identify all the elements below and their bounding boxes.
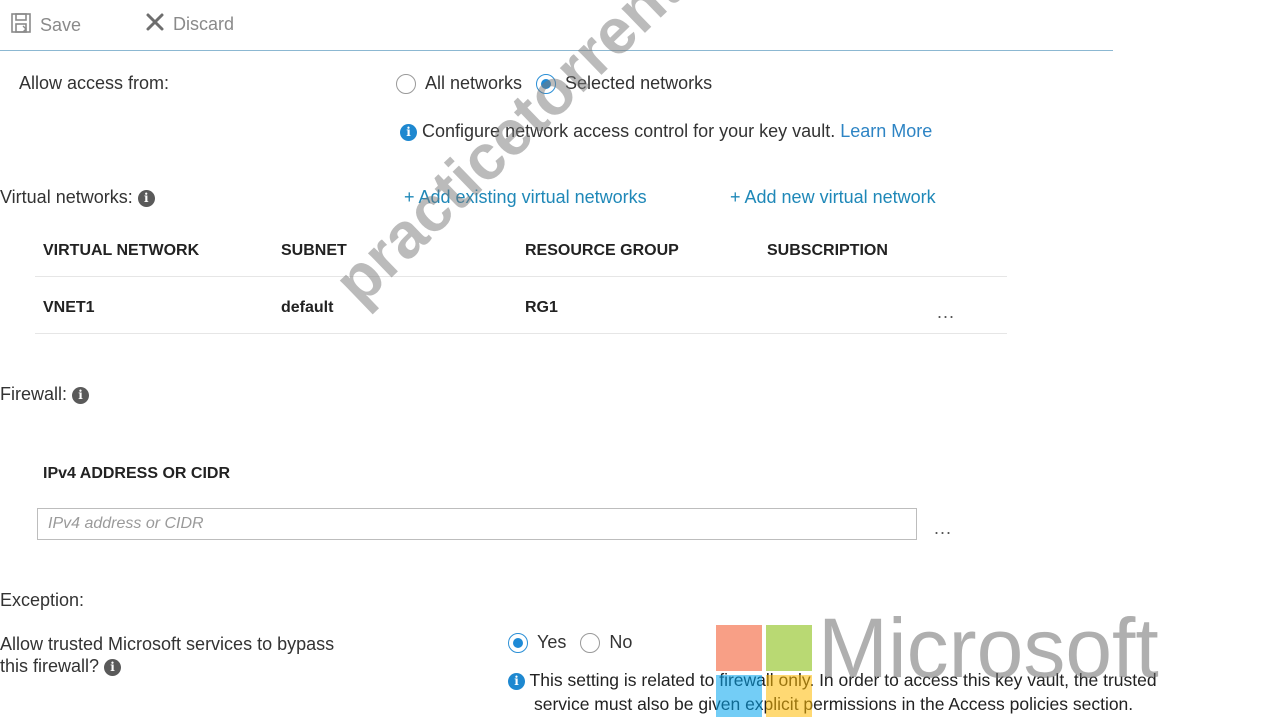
cell-resource-group: RG1 — [525, 299, 558, 316]
exception-heading: Exception: — [0, 590, 85, 610]
column-header-subnet: SUBNET — [281, 242, 347, 259]
column-header-virtual-network: VIRTUAL NETWORK — [43, 242, 200, 259]
column-header-resource-group: RESOURCE GROUP — [525, 242, 679, 259]
save-button[interactable]: Save — [10, 12, 81, 39]
add-existing-vnet-link[interactable]: + Add existing virtual networks — [404, 187, 647, 208]
exception-note-line1: This setting is related to firewall only… — [529, 670, 1157, 690]
table-row-divider — [35, 333, 1007, 334]
exception-question-line2: this firewall? — [0, 656, 100, 676]
logo-square-red — [716, 625, 762, 671]
firewall-more-button[interactable]: ... — [934, 518, 952, 539]
network-settings-page: Save Discard Allow access from: All netw… — [0, 0, 1288, 717]
learn-more-link[interactable]: Learn More — [840, 121, 932, 141]
access-info-text: Configure network access control for you… — [422, 121, 836, 141]
cell-subnet: default — [281, 299, 334, 316]
virtual-networks-label: Virtual networks: — [0, 187, 133, 207]
exception-radio-group: Yes No — [508, 632, 646, 653]
discard-button[interactable]: Discard — [145, 12, 234, 37]
yes-label[interactable]: Yes — [537, 632, 566, 653]
selected-networks-label[interactable]: Selected networks — [565, 73, 712, 94]
firewall-label: Firewall: — [0, 384, 68, 404]
toolbar-divider — [0, 50, 1113, 51]
table-header-divider — [35, 276, 1007, 277]
firewall-label-row: Firewall: i — [0, 384, 90, 405]
access-info-line: i Configure network access control for y… — [400, 121, 932, 142]
access-radio-group: All networks Selected networks — [396, 73, 726, 94]
row-more-button[interactable]: ... — [937, 302, 955, 323]
column-header-ipv4: IPv4 ADDRESS OR CIDR — [43, 465, 230, 482]
info-icon: i — [400, 123, 417, 141]
cell-virtual-network: VNET1 — [43, 299, 95, 316]
allow-access-label: Allow access from: — [19, 73, 170, 93]
all-networks-radio[interactable] — [396, 73, 416, 94]
add-new-vnet-link[interactable]: + Add new virtual network — [730, 187, 936, 208]
exception-note-line1-row: i This setting is related to firewall on… — [508, 670, 1157, 691]
exception-question-line2-row: this firewall? i — [0, 656, 122, 677]
all-networks-label[interactable]: All networks — [425, 73, 522, 94]
exception-note-line2: service must also be given explicit perm… — [534, 694, 1134, 714]
info-icon[interactable]: i — [137, 189, 155, 207]
no-radio[interactable] — [580, 632, 601, 653]
yes-radio[interactable] — [508, 632, 528, 653]
column-header-subscription: SUBSCRIPTION — [767, 242, 888, 259]
info-icon: i — [508, 672, 525, 690]
close-icon — [145, 12, 165, 37]
no-label[interactable]: No — [609, 632, 632, 653]
save-label: Save — [40, 15, 82, 35]
save-icon — [10, 12, 32, 39]
discard-label: Discard — [173, 14, 235, 34]
selected-networks-radio[interactable] — [536, 73, 557, 94]
logo-square-green — [766, 625, 812, 671]
watermark-text: practicetorrent.com — [319, 0, 803, 318]
virtual-networks-label-row: Virtual networks: i — [0, 187, 155, 208]
ipv4-address-input[interactable] — [37, 508, 917, 540]
info-icon[interactable]: i — [72, 386, 90, 404]
info-icon[interactable]: i — [104, 658, 122, 676]
exception-question-line1: Allow trusted Microsoft services to bypa… — [0, 634, 335, 654]
